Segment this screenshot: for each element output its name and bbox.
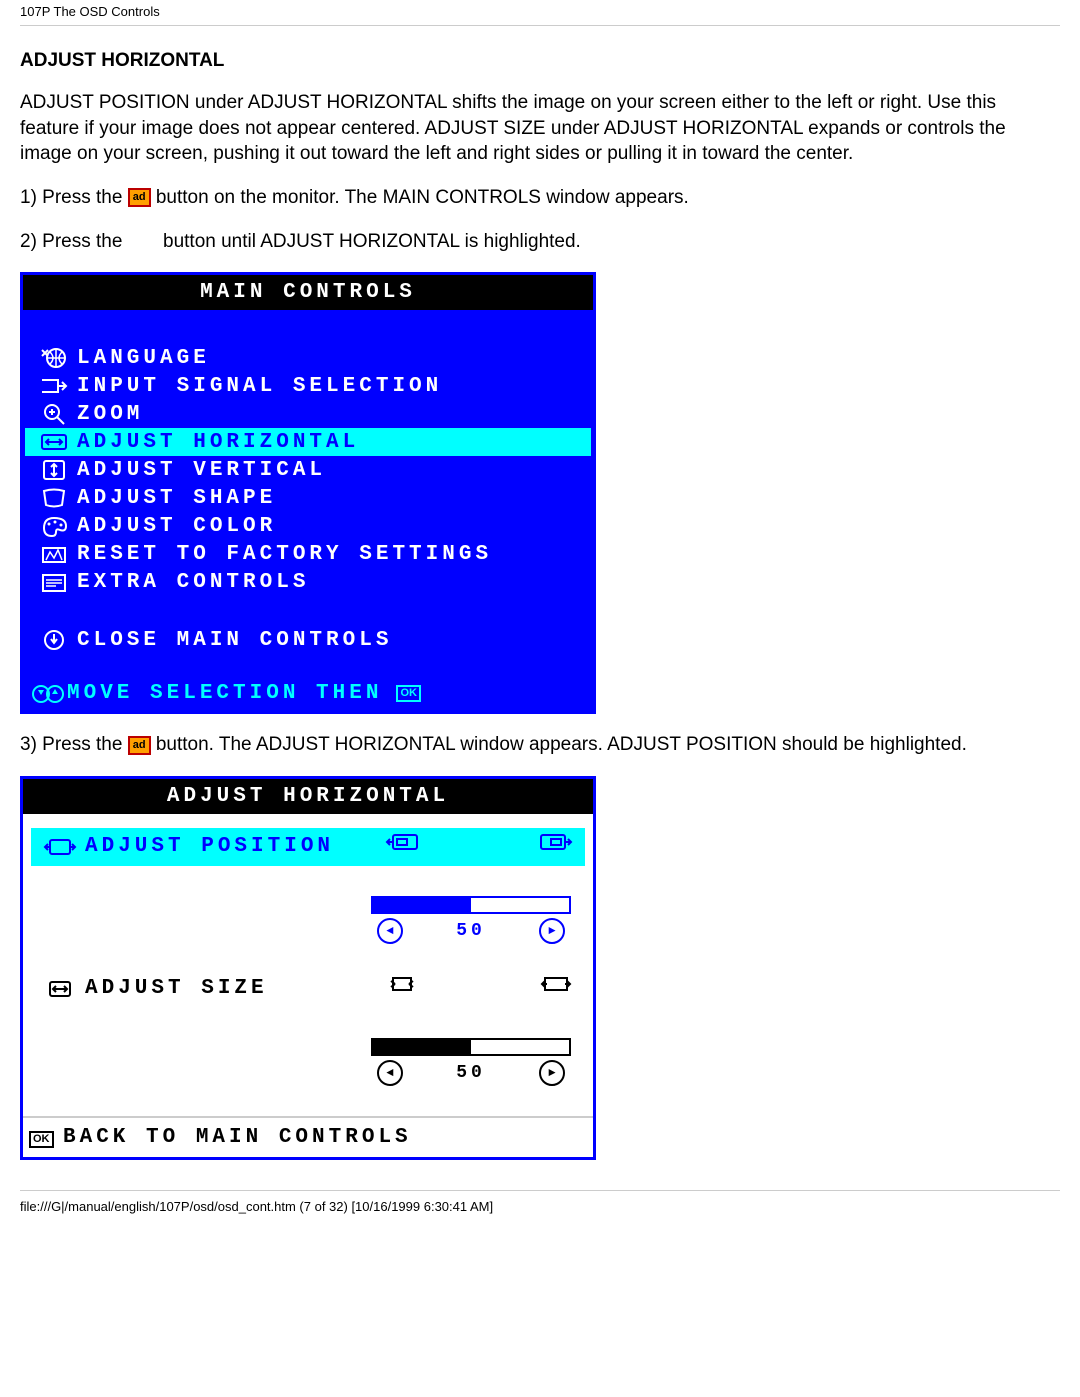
step-2-pre: 2) Press the: [20, 231, 128, 252]
menu-item-language[interactable]: LANGUAGE: [25, 344, 591, 372]
menu-item-input-signal[interactable]: INPUT SIGNAL SELECTION: [25, 372, 591, 400]
ok-icon: OK: [396, 685, 421, 702]
menu-item-close[interactable]: CLOSE MAIN CONTROLS: [25, 626, 591, 654]
footer-path: file:///G|/manual/english/107P/osd/osd_c…: [20, 1190, 1060, 1222]
reset-icon: [31, 542, 75, 566]
back-label: BACK TO MAIN CONTROLS: [57, 1126, 412, 1149]
left-arrow-button[interactable]: ◄: [377, 918, 403, 944]
step-1-post: button on the monitor. The MAIN CONTROLS…: [156, 187, 689, 208]
vert-icon: [31, 458, 75, 482]
extra-icon: [31, 570, 75, 594]
step-3-pre: 3) Press the: [20, 734, 128, 755]
osd-main-footer: MOVE SELECTION THEN OK: [23, 676, 593, 711]
size-icon: [35, 976, 85, 1002]
position-value: 50: [456, 921, 486, 941]
adjust-position-row[interactable]: ADJUST POSITION: [31, 828, 585, 866]
color-icon: [31, 514, 75, 538]
step-1-pre: 1) Press the: [20, 187, 128, 208]
step-1: 1) Press the ad button on the monitor. T…: [20, 185, 1060, 211]
shift-left-icon: [385, 832, 421, 852]
adjust-position-label: ADJUST POSITION: [85, 835, 334, 858]
zoom-icon: [31, 402, 75, 426]
menu-item-label: CLOSE MAIN CONTROLS: [75, 629, 392, 652]
osd-adjust-title: ADJUST HORIZONTAL: [23, 779, 593, 814]
updown-icon: [31, 683, 67, 705]
input-icon: [31, 374, 75, 398]
ok-button-icon: ad: [128, 188, 151, 207]
size-bar[interactable]: [371, 1038, 571, 1056]
menu-item-label: ADJUST HORIZONTAL: [75, 431, 359, 454]
menu-item-label: LANGUAGE: [75, 347, 210, 370]
header-path: 107P The OSD Controls: [20, 0, 1060, 26]
footer-label: MOVE SELECTION THEN: [67, 682, 382, 705]
globe-icon: [31, 346, 75, 370]
shape-icon: [31, 486, 75, 510]
menu-item-extra[interactable]: EXTRA CONTROLS: [25, 568, 591, 596]
horiz-icon: [31, 430, 75, 454]
menu-item-label: ADJUST SHAPE: [75, 487, 276, 510]
menu-item-adjust-vertical[interactable]: ADJUST VERTICAL: [25, 456, 591, 484]
intro-paragraph: ADJUST POSITION under ADJUST HORIZONTAL …: [20, 90, 1060, 167]
osd-adjust-horizontal: ADJUST HORIZONTAL ADJUST POSITION: [20, 776, 596, 1160]
menu-item-label: ZOOM: [75, 403, 143, 426]
close-icon: [31, 628, 75, 652]
menu-item-zoom[interactable]: ZOOM: [25, 400, 591, 428]
step-2-post: button until ADJUST HORIZONTAL is highli…: [163, 231, 581, 252]
menu-item-adjust-horizontal[interactable]: ADJUST HORIZONTAL: [25, 428, 591, 456]
menu-item-label: EXTRA CONTROLS: [75, 571, 309, 594]
right-arrow-button[interactable]: ►: [539, 1060, 565, 1086]
menu-item-label: ADJUST VERTICAL: [75, 459, 326, 482]
shift-right-icon: [537, 832, 573, 852]
adjust-size-label: ADJUST SIZE: [85, 977, 268, 1000]
step-3: 3) Press the ad button. The ADJUST HORIZ…: [20, 732, 1060, 758]
position-icon: [35, 834, 85, 860]
widen-icon: [539, 974, 573, 994]
menu-item-label: ADJUST COLOR: [75, 515, 276, 538]
menu-item-label: INPUT SIGNAL SELECTION: [75, 375, 442, 398]
osd-adjust-footer[interactable]: OK BACK TO MAIN CONTROLS: [23, 1116, 593, 1157]
size-value: 50: [456, 1063, 486, 1083]
osd-main-title: MAIN CONTROLS: [23, 275, 593, 310]
narrow-icon: [385, 974, 419, 994]
position-bar[interactable]: [371, 896, 571, 914]
menu-item-adjust-shape[interactable]: ADJUST SHAPE: [25, 484, 591, 512]
ok-button-icon: ad: [128, 736, 151, 755]
osd-main-controls: MAIN CONTROLS LANGUAGE INPUT SIGNAL SELE…: [20, 272, 596, 714]
step-3-post: button. The ADJUST HORIZONTAL window app…: [156, 734, 967, 755]
right-arrow-button[interactable]: ►: [539, 918, 565, 944]
menu-item-label: RESET TO FACTORY SETTINGS: [75, 543, 492, 566]
menu-item-adjust-color[interactable]: ADJUST COLOR: [25, 512, 591, 540]
step-2: 2) Press the button until ADJUST HORIZON…: [20, 229, 1060, 255]
adjust-size-row[interactable]: ADJUST SIZE: [31, 970, 585, 1008]
section-title: ADJUST HORIZONTAL: [20, 50, 1060, 72]
ok-icon: OK: [29, 1126, 57, 1149]
left-arrow-button[interactable]: ◄: [377, 1060, 403, 1086]
menu-item-reset[interactable]: RESET TO FACTORY SETTINGS: [25, 540, 591, 568]
